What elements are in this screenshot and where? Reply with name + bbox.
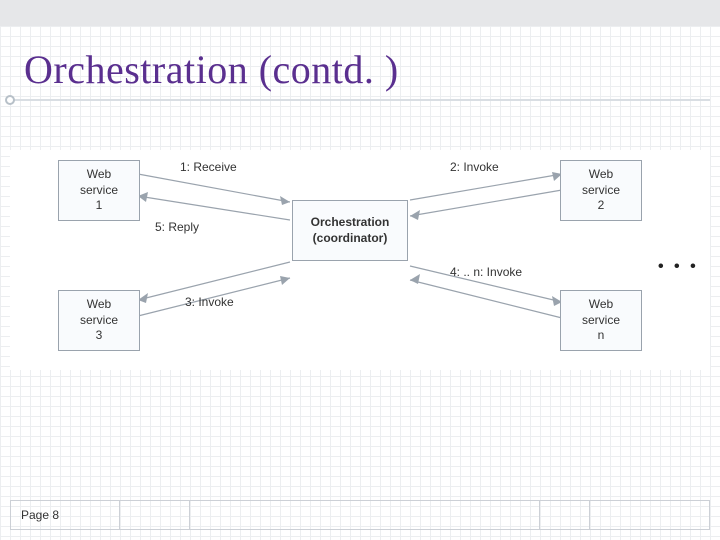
node-orchestration-coordinator: Orchestration (coordinator) xyxy=(292,200,408,261)
node-label-line1: Web service xyxy=(569,167,633,198)
edge-label-receive: 1: Receive xyxy=(180,160,237,174)
node-label-line2: (coordinator) xyxy=(303,231,397,247)
node-web-service-n: Web service n xyxy=(560,290,642,351)
footer-spacer xyxy=(540,500,590,530)
footer-spacer xyxy=(120,500,190,530)
node-label-line2: 3 xyxy=(67,328,131,344)
slide-title: Orchestration (contd. ) xyxy=(24,46,399,93)
node-label-line2: n xyxy=(569,328,633,344)
slide-top-bar xyxy=(0,0,720,26)
node-label-line2: 1 xyxy=(67,198,131,214)
node-web-service-3: Web service 3 xyxy=(58,290,140,351)
footer-end xyxy=(590,500,710,530)
node-label-line1: Orchestration xyxy=(303,215,397,231)
edge-label-invoke-2: 2: Invoke xyxy=(450,160,499,174)
title-bullet-icon xyxy=(5,95,15,105)
edge-label-invoke-3: 3: Invoke xyxy=(185,295,234,309)
node-label-line2: 2 xyxy=(569,198,633,214)
node-label-line1: Web service xyxy=(67,297,131,328)
node-label-line1: Web service xyxy=(569,297,633,328)
footer-main xyxy=(190,500,540,530)
node-web-service-2: Web service 2 xyxy=(560,160,642,221)
node-label-line1: Web service xyxy=(67,167,131,198)
node-web-service-1: Web service 1 xyxy=(58,160,140,221)
edge-label-reply: 5: Reply xyxy=(155,220,199,234)
page-number: Page 8 xyxy=(10,500,120,530)
title-underline xyxy=(10,99,710,101)
edge-label-invoke-n: 4: .. n: Invoke xyxy=(450,265,522,279)
orchestration-diagram: Web service 1 Web service 2 Web service … xyxy=(10,150,710,370)
ellipsis-icon: • • • xyxy=(658,258,699,276)
slide-footer: Page 8 xyxy=(10,500,710,530)
